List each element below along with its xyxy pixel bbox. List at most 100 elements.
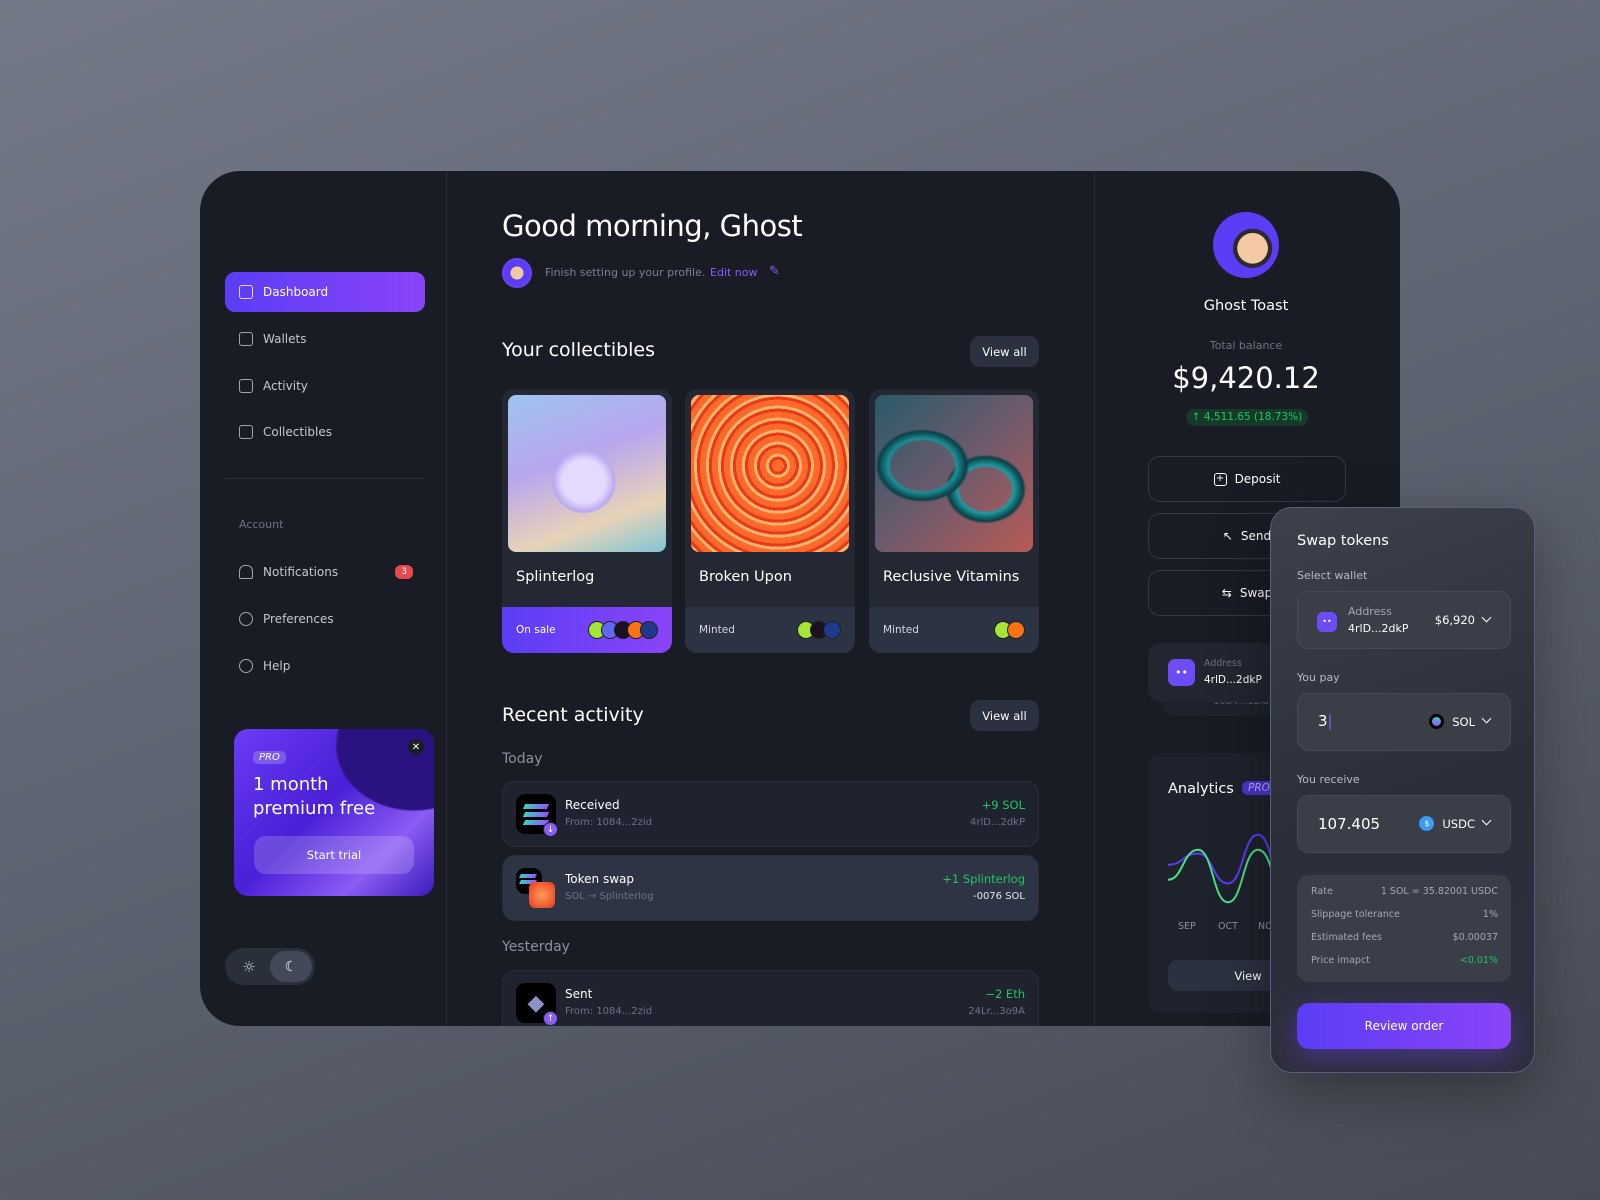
start-trial-button[interactable]: Start trial bbox=[254, 836, 414, 874]
collectibles-title: Your collectibles bbox=[502, 339, 656, 361]
activity-address: 24Lr...3o9A bbox=[968, 1006, 1025, 1017]
sidebar-item-wallets[interactable]: Wallets bbox=[225, 319, 425, 359]
review-order-button[interactable]: Review order bbox=[1297, 1003, 1511, 1049]
wallet-label: Address bbox=[1348, 605, 1392, 618]
collectible-image bbox=[508, 395, 666, 552]
collectible-name: Broken Upon bbox=[699, 569, 792, 585]
balance-change-badge: ↑ 4,511.65 (18.73%) bbox=[1186, 409, 1308, 426]
label: Swap bbox=[1239, 586, 1273, 600]
collectible-status: On sale bbox=[516, 624, 556, 636]
theme-toggle[interactable]: ☼ ☾ bbox=[225, 948, 315, 985]
select-wallet-label: Select wallet bbox=[1297, 569, 1368, 582]
receive-input[interactable]: 107.405 $ USDC bbox=[1297, 795, 1511, 853]
marketplace-icons bbox=[588, 621, 658, 639]
marketplace-icon bbox=[1007, 621, 1025, 639]
label: Dashboard bbox=[263, 285, 329, 299]
marketplace-icons bbox=[994, 621, 1025, 639]
wallet-value-text: $6,920 bbox=[1434, 613, 1475, 627]
collectible-status-bar: Minted bbox=[869, 607, 1039, 653]
sun-icon[interactable]: ☼ bbox=[228, 958, 270, 976]
collectible-name: Splinterlog bbox=[516, 569, 595, 585]
label: Collectibles bbox=[263, 425, 332, 439]
activity-view-all-button[interactable]: View all bbox=[970, 700, 1039, 731]
you-receive-label: You receive bbox=[1297, 773, 1360, 786]
x-tick-label: SEP bbox=[1178, 921, 1196, 932]
phantom-wallet-icon: •• bbox=[1317, 612, 1337, 632]
detail-label: Slippage tolerance bbox=[1311, 909, 1400, 920]
bell-icon bbox=[239, 565, 253, 579]
collectible-status: Minted bbox=[883, 624, 919, 636]
image-icon bbox=[239, 425, 253, 439]
swap-details: Rate 1 SOL = 35.82001 USDC Slippage tole… bbox=[1297, 875, 1511, 982]
wallet-label: Address bbox=[1204, 658, 1242, 669]
sidebar-item-collectibles[interactable]: Collectibles bbox=[225, 412, 425, 452]
arrow-up-icon: ↑ bbox=[1191, 411, 1204, 423]
label: Deposit bbox=[1234, 472, 1281, 486]
detail-label: Estimated fees bbox=[1311, 932, 1382, 943]
collectible-card[interactable]: Reclusive Vitamins Minted bbox=[869, 389, 1039, 653]
wallet-value: $6,920 bbox=[1434, 612, 1492, 627]
sidebar-item-preferences[interactable]: Preferences bbox=[225, 599, 425, 639]
collectible-image bbox=[691, 395, 849, 552]
moon-icon[interactable]: ☾ bbox=[270, 951, 312, 982]
pay-input[interactable]: 3| SOL bbox=[1297, 693, 1511, 751]
phantom-wallet-icon: •• bbox=[1168, 659, 1195, 686]
activity-row[interactable]: ↓ Received From: 1084...2zid +9 SOL 4rlD… bbox=[502, 781, 1039, 847]
right-panel-divider bbox=[1094, 171, 1095, 1026]
profile-avatar[interactable] bbox=[1213, 212, 1279, 278]
chevron-down-icon bbox=[1481, 612, 1492, 623]
wallet-icon bbox=[239, 332, 253, 346]
detail-value: 1% bbox=[1482, 909, 1498, 920]
analytics-chart bbox=[1168, 833, 1278, 904]
label: Wallets bbox=[263, 332, 307, 346]
wallet-address: 4rlD...2dkP bbox=[1204, 674, 1262, 686]
you-pay-label: You pay bbox=[1297, 671, 1340, 684]
chevron-down-icon bbox=[1481, 713, 1492, 724]
wallet-select[interactable]: •• Address 4rlD...2dkP $6,920 bbox=[1297, 591, 1511, 649]
activity-row[interactable]: ◆ ↑ Sent From: 1084...2zid −2 Eth 24Lr..… bbox=[502, 970, 1039, 1026]
marketplace-icon bbox=[823, 621, 841, 639]
collectible-card[interactable]: Splinterlog On sale bbox=[502, 389, 672, 653]
pay-amount[interactable]: 3| bbox=[1318, 712, 1333, 730]
wallet-address: 4rlD...2dkP bbox=[1348, 622, 1409, 635]
pay-token-select[interactable]: SOL bbox=[1429, 713, 1492, 729]
pro-tag: PRO bbox=[253, 751, 286, 764]
sidebar-item-help[interactable]: Help bbox=[225, 646, 425, 686]
solana-icon bbox=[1429, 714, 1445, 729]
collectibles-view-all-button[interactable]: View all bbox=[970, 336, 1039, 367]
edit-now-link[interactable]: Edit now bbox=[710, 266, 758, 279]
activity-amount: +1 Splinterlog bbox=[942, 872, 1025, 886]
detail-label: Rate bbox=[1311, 886, 1333, 897]
chevron-down-icon bbox=[1481, 815, 1492, 826]
sidebar-item-activity[interactable]: Activity bbox=[225, 366, 425, 406]
sidebar-item-dashboard[interactable]: Dashboard bbox=[225, 272, 425, 312]
usdc-icon: $ bbox=[1419, 816, 1435, 831]
sidebar-item-notifications[interactable]: Notifications 3 bbox=[225, 552, 425, 592]
avatar bbox=[502, 258, 532, 288]
close-icon[interactable]: ✕ bbox=[408, 739, 424, 755]
arrow-up-icon: ↑ bbox=[543, 1011, 558, 1026]
marketplace-icons bbox=[797, 621, 841, 639]
label: Notifications bbox=[263, 565, 339, 579]
profile-hint: Finish setting up your profile. bbox=[545, 266, 706, 279]
arrow-down-icon: ↓ bbox=[543, 822, 558, 837]
analytics-title: Analytics bbox=[1168, 781, 1234, 797]
activity-row[interactable]: Token swap SOL → Splinterlog +1 Splinter… bbox=[502, 855, 1039, 921]
collectible-card[interactable]: Broken Upon Minted bbox=[685, 389, 855, 653]
receive-token-select[interactable]: $ USDC bbox=[1419, 815, 1492, 831]
deposit-button[interactable]: + Deposit bbox=[1148, 456, 1346, 502]
edit-icon[interactable]: ✎ bbox=[769, 264, 780, 279]
activity-subtitle: From: 1084...2zid bbox=[565, 1006, 653, 1017]
balance-label: Total balance bbox=[1209, 339, 1283, 352]
chart-icon bbox=[239, 379, 253, 393]
activity-title: Token swap bbox=[565, 872, 634, 886]
detail-value: 1 SOL = 35.82001 USDC bbox=[1380, 886, 1498, 897]
activity-subtitle: From: 1084...2zid bbox=[565, 817, 653, 828]
info-icon bbox=[239, 659, 253, 673]
x-tick-label: OCT bbox=[1218, 921, 1238, 932]
swap-title: Swap tokens bbox=[1297, 533, 1389, 549]
series-line bbox=[1168, 833, 1278, 885]
collectible-image bbox=[875, 395, 1033, 552]
activity-title: Received bbox=[565, 798, 620, 812]
promo-title: 1 month premium free bbox=[253, 774, 376, 819]
